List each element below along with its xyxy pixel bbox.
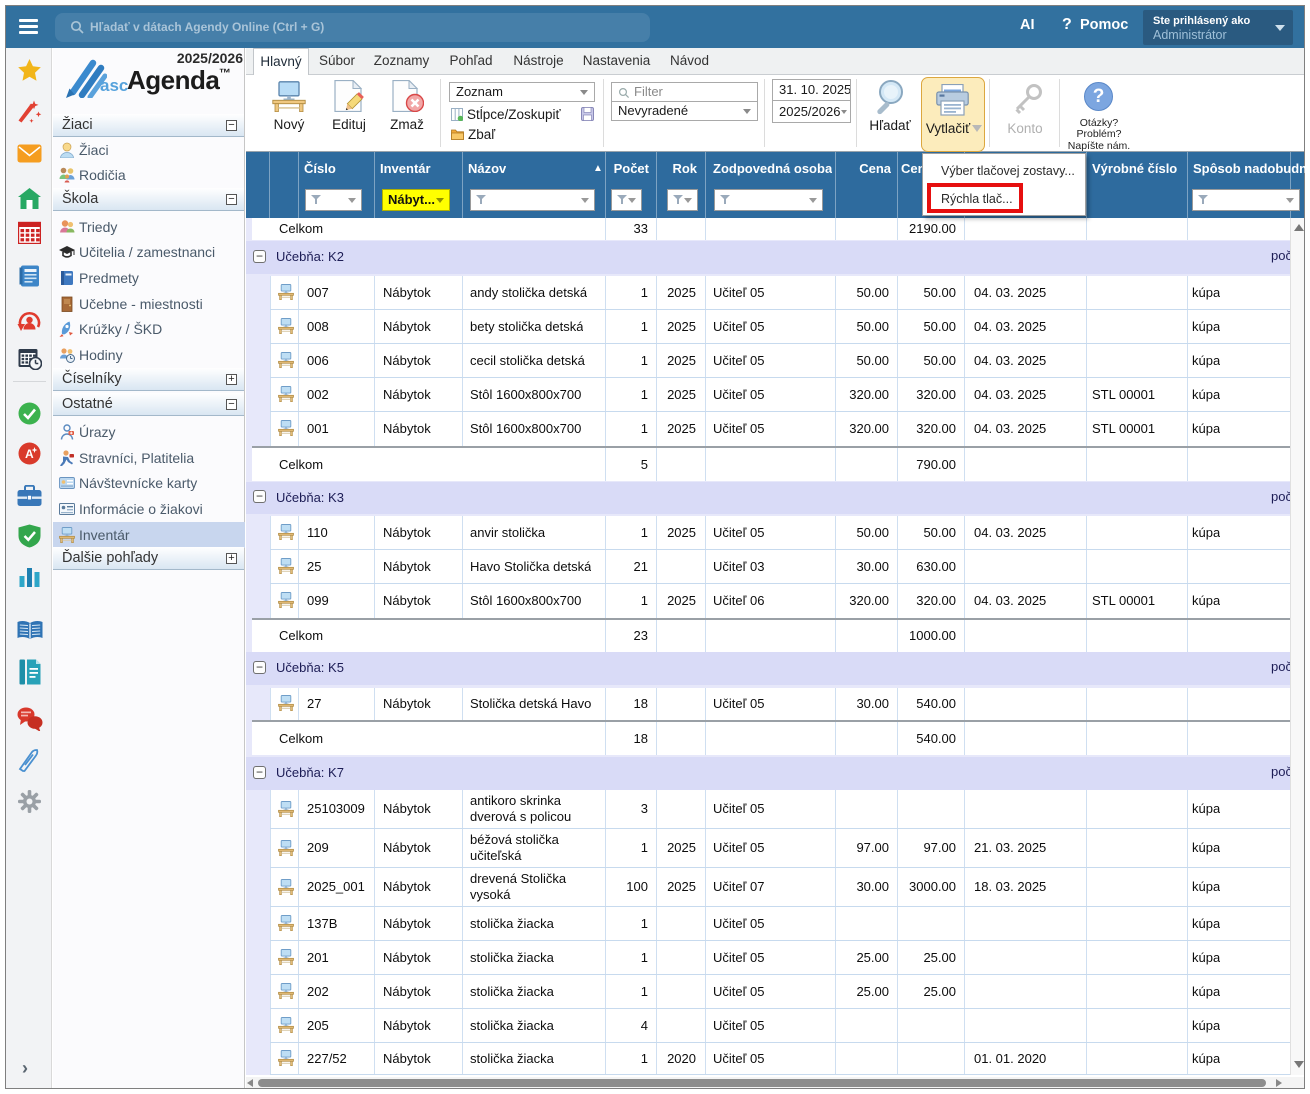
svg-text:A: A — [25, 447, 34, 461]
